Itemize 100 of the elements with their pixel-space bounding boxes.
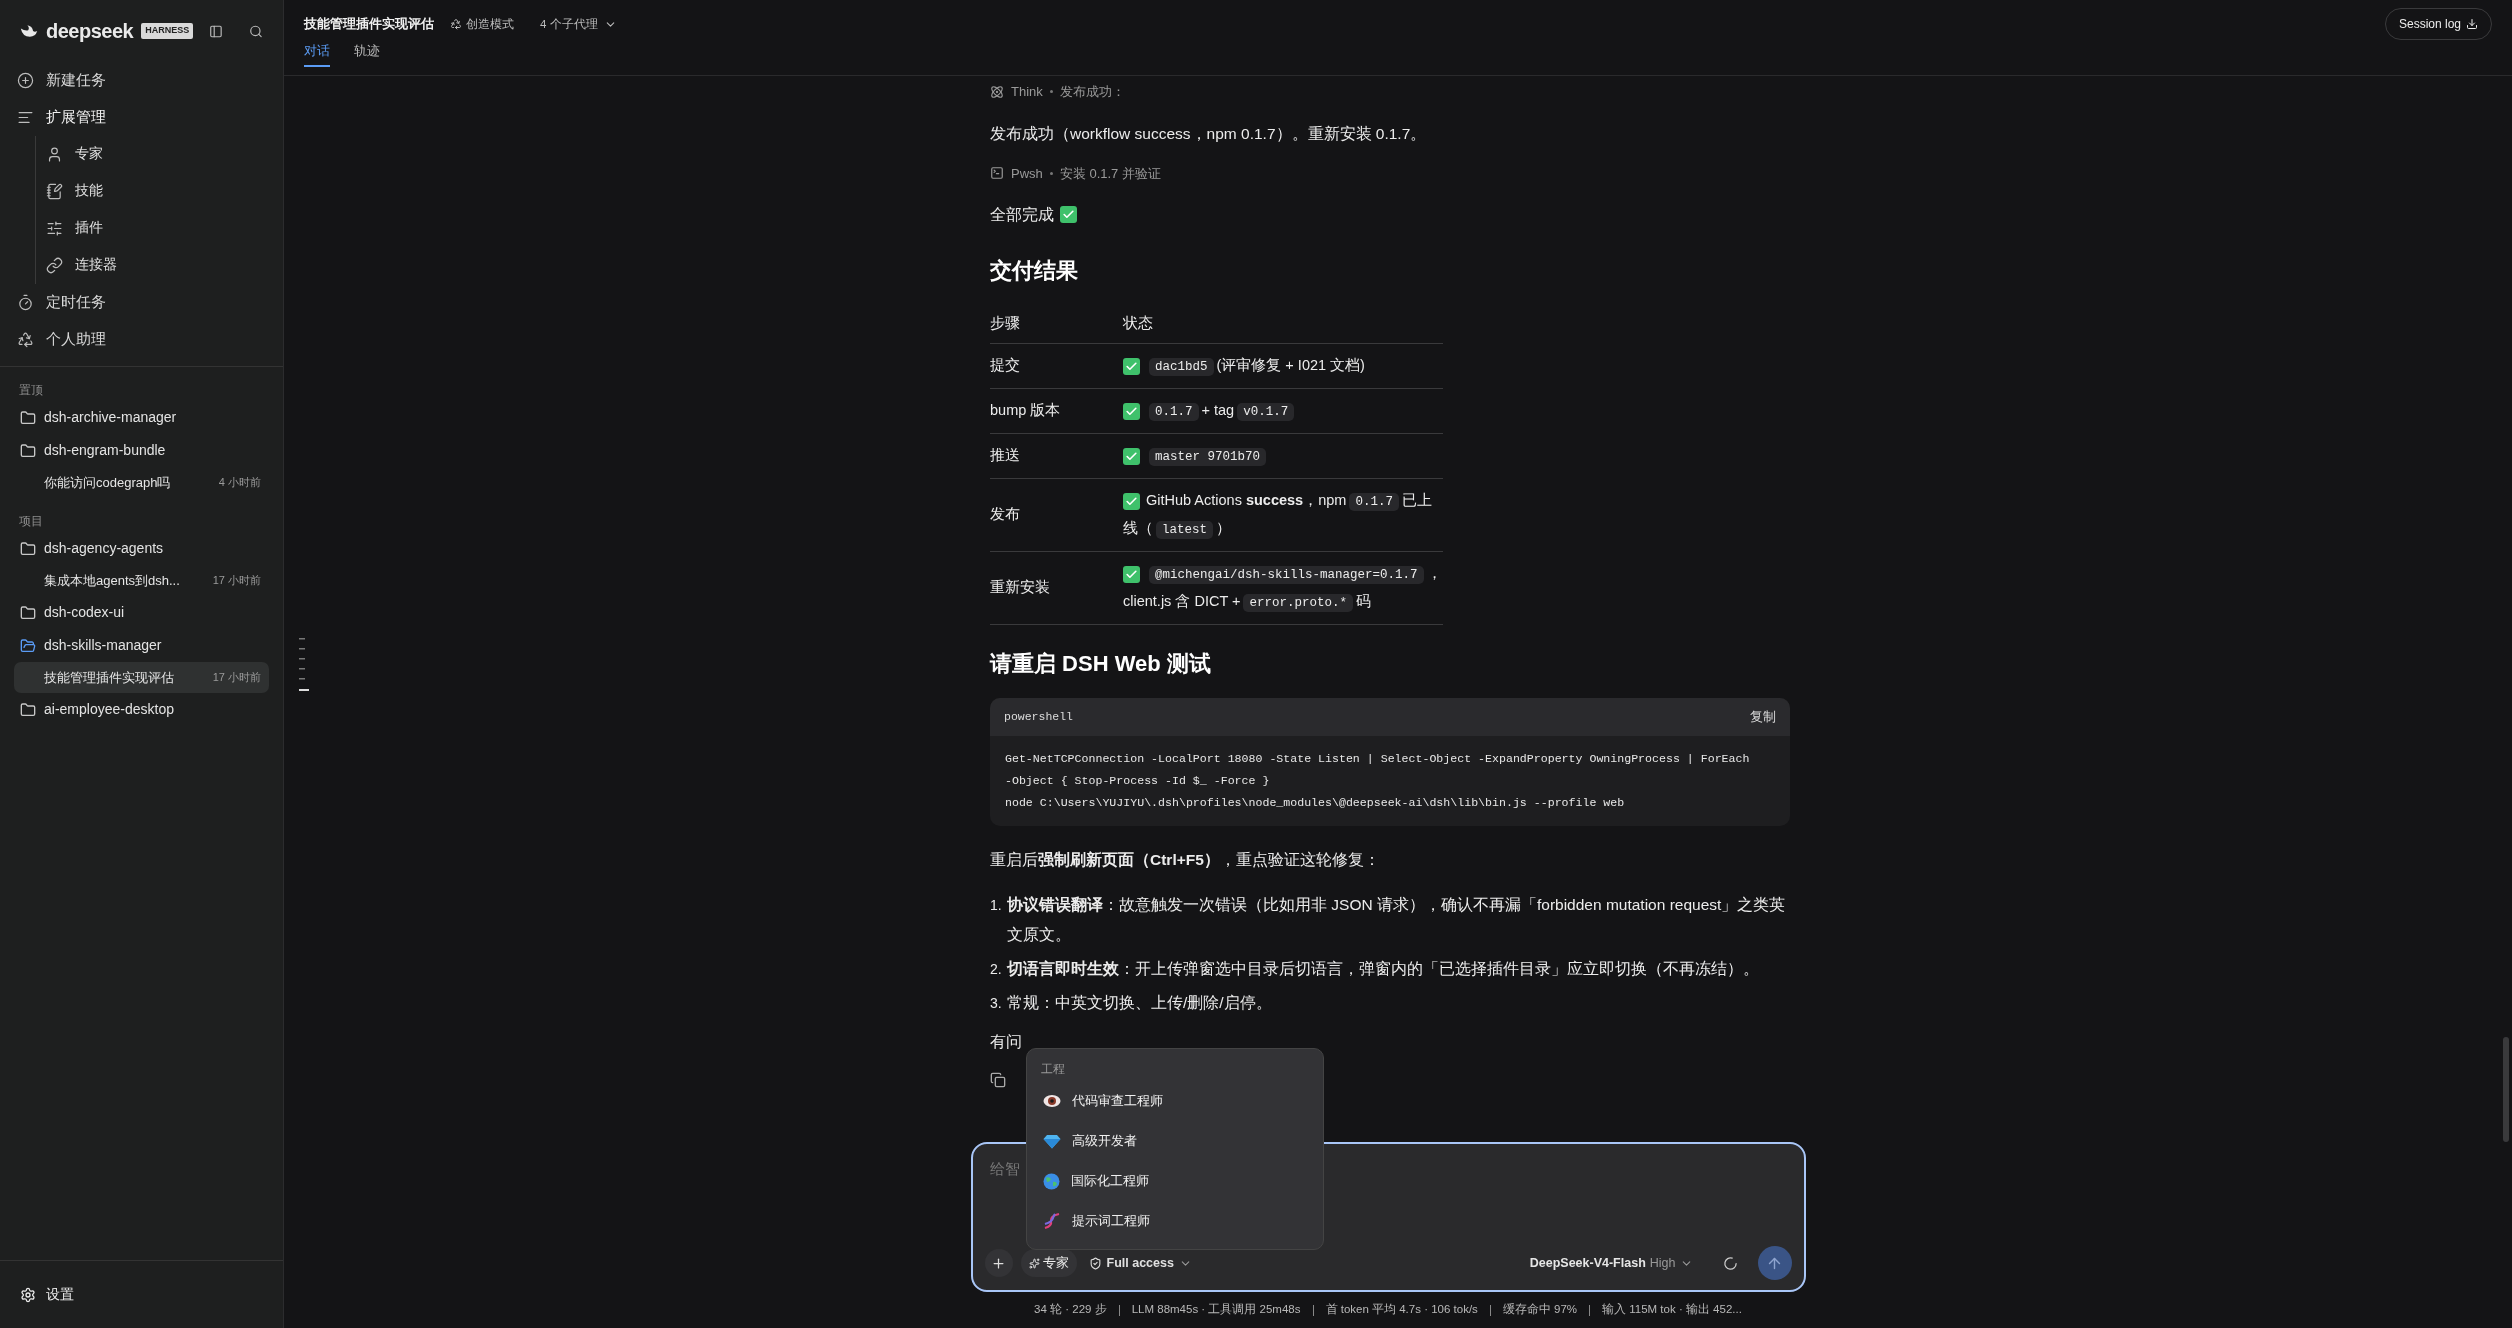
menu-item[interactable]: 国际化工程师 [1026,1161,1323,1201]
section-heading: 请重启 DSH Web 测试 [990,650,1212,678]
copy-icon[interactable] [990,1072,1006,1088]
menu-item[interactable]: 提示词工程师 [1026,1201,1323,1241]
brand-name: deepseek [46,19,134,44]
cell-text: client.js 含 DICT + [1123,593,1241,609]
nav-subitem[interactable]: 技能 [46,173,283,210]
status-item: LLM 88m45s · 工具调用 25m48s [1131,1302,1301,1318]
nav-subitem[interactable]: 插件 [46,210,283,247]
message-paragraph: 发布成功（workflow success，npm 0.1.7）。重新安装 0.1.7。 [990,123,1427,144]
project-item[interactable]: dsh-codex-ui [0,596,283,629]
table-cell-text: 提交 [990,356,1021,376]
session-time: 4 小时前 [218,475,261,491]
nav-item[interactable]: 定时任务 [0,284,283,321]
status-item: 输入 115M tok · 输出 452... [1602,1302,1742,1318]
cell-text: + tag [1201,402,1235,418]
gem-icon [1042,1133,1061,1149]
step-label: Pwsh [1011,164,1043,183]
code-line: Get-NetTCPConnection -LocalPort 18080 -State Listen | Select-Object -ExpandProperty OwningProcess | ForEach [1005,751,1751,767]
project-item[interactable]: dsh-agency-agents [0,532,283,565]
inline-code: v0.1.7 [1237,403,1295,421]
tab[interactable]: 对话 [304,42,330,67]
expert-button[interactable]: 专家 [1020,1249,1077,1277]
plus-icon [991,1255,1006,1271]
table-cell-text: 发布 [990,505,1021,525]
menu-group-label: 工程 [1039,1061,1066,1078]
inline-code: dac1bd5 [1149,358,1214,376]
lines-icon [17,109,34,126]
scrollbar-thumb[interactable] [2503,1037,2509,1142]
session-title: 技能管理插件实现评估 [44,668,174,687]
nav-item[interactable]: 个人助理 [0,321,283,358]
table-header: 步骤 [990,314,1021,334]
list-item-text: 切语言即时生效：开上传弹窗选中目录后切语言，弹窗内的「已选择插件目录」应立即切换（不再冻结）。 [1007,959,1759,979]
step-detail: 发布成功： [1059,83,1125,101]
download-icon [2466,18,2478,31]
section-label: 置顶 [18,382,44,399]
globe-icon [1042,1172,1060,1190]
cell-text: 已上 [1401,492,1432,508]
inline-code: @michengai/dsh-skills-manager=0.1.7 [1149,566,1424,584]
tab[interactable]: 轨迹 [354,42,380,67]
add-button[interactable] [984,1249,1013,1277]
menu-item[interactable]: 高级开发者 [1026,1121,1323,1161]
project-item[interactable]: dsh-archive-manager [0,401,283,434]
inline-code: 0.1.7 [1349,493,1399,511]
cell-text: 线（ [1123,520,1153,536]
copy-button[interactable]: 复制 [1750,707,1776,727]
link-icon [46,257,63,274]
cell-text: (评审修复 + I021 文档) [1216,357,1365,373]
check-icon [1123,493,1140,510]
harness-badge: HARNESS [141,23,194,39]
nav-subitem[interactable]: 连接器 [46,247,283,284]
step-detail: 安装 0.1.7 并验证 [1059,164,1161,183]
subagents-dropdown[interactable]: 4 个子代理 [540,15,617,33]
session-title: 集成本地agents到dsh... [44,571,180,590]
project-item[interactable]: dsh-skills-manager [0,629,283,662]
section-markers-icon[interactable] [299,638,309,692]
list-number: 1. [990,896,1003,915]
access-dropdown[interactable]: Full access [1088,1253,1192,1273]
nav-item[interactable]: 扩展管理 [0,99,283,136]
check-icon [1060,206,1077,224]
table-cell-text: bump 版本 [990,401,1062,421]
list-item-text: 常规：中英文切换、上传/删除/启停。 [1007,993,1272,1013]
check-icon [1123,566,1140,583]
session-item[interactable]: 技能管理插件实现评估 17 小时前 [14,662,269,693]
check-icon [1123,403,1140,420]
session-item[interactable]: 你能访问codegraph吗 4 小时前 [14,467,269,498]
menu-item[interactable]: 代码审查工程师 [1026,1081,1323,1121]
check-icon [1123,448,1140,465]
inline-code: master 9701b70 [1149,448,1267,466]
list-number: 3. [990,994,1003,1013]
model-dropdown[interactable]: DeepSeek-V4-Flash High [1529,1253,1693,1273]
code-line: -Object { Stop-Process -Id $_ -Force } [1005,773,1271,789]
project-item[interactable]: ai-employee-desktop [0,693,283,726]
conversation-title: 技能管理插件实现评估 [304,15,434,34]
section-heading: 交付结果 [990,257,1079,286]
inline-code: latest [1156,521,1213,539]
settings-icon [20,1286,36,1303]
dna-icon [1042,1212,1061,1230]
step-label: Think [1011,83,1043,101]
session-time: 17 小时前 [212,670,261,686]
mode-indicator[interactable]: 创造模式 [450,15,514,33]
settings-button[interactable]: 设置 [20,1284,74,1305]
eye-icon [1042,1094,1061,1108]
session-time: 17 小时前 [212,573,261,589]
plus-circle-icon [17,72,34,89]
table-header: 状态 [1123,314,1153,334]
message-paragraph: 重启后强制刷新页面（Ctrl+F5），重点验证这轮修复： [990,850,1380,870]
code-line: node C:\Users\YUJIYU\.dsh\profiles\node_modules\@deepseek-ai\dsh\lib\bin.js --profile web [1005,795,1626,811]
nav-item[interactable]: 新建任务 [0,62,283,99]
status-item: 缓存命中 97% [1502,1302,1578,1318]
cell-text: 码 [1356,593,1371,609]
cell-text: ） [1216,520,1231,536]
terminal-icon [990,166,1004,181]
status-item: 首 token 平均 4.7s · 106 tok/s [1325,1302,1478,1318]
status-item: 34 轮 · 229 步 [1034,1302,1107,1318]
project-item[interactable]: dsh-engram-bundle [0,434,283,467]
session-item[interactable]: 集成本地agents到dsh... 17 小时前 [14,565,269,596]
atom-icon [990,84,1004,99]
nav-subitem[interactable]: 专家 [46,136,283,173]
cycle-icon [450,18,462,31]
